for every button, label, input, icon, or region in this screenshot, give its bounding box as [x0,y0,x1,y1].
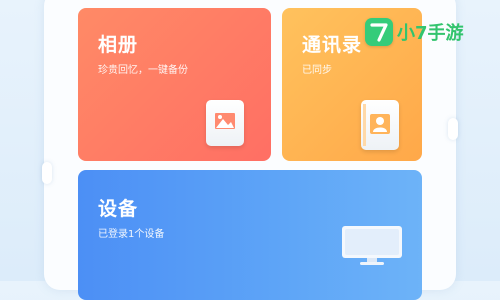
photo-icon [206,100,244,146]
album-subtitle: 珍贵回忆，一键备份 [98,65,188,76]
watermark-text: 小7手游 [397,22,464,44]
panel-edge-notch-left [42,162,52,184]
contacts-subtitle: 已同步 [302,65,332,76]
contacts-title: 通讯录 [302,34,363,56]
watermark-logo-icon [365,18,393,46]
device-title: 设备 [98,198,139,220]
album-card[interactable]: 相册 珍贵回忆，一键备份 [78,8,271,161]
monitor-icon [342,226,402,266]
device-subtitle: 已登录1个设备 [98,229,165,240]
contact-card-icon [361,100,399,150]
album-title: 相册 [98,34,139,56]
watermark-logo-text: 小7手游 [397,18,497,46]
panel-edge-notch-right [448,118,458,140]
